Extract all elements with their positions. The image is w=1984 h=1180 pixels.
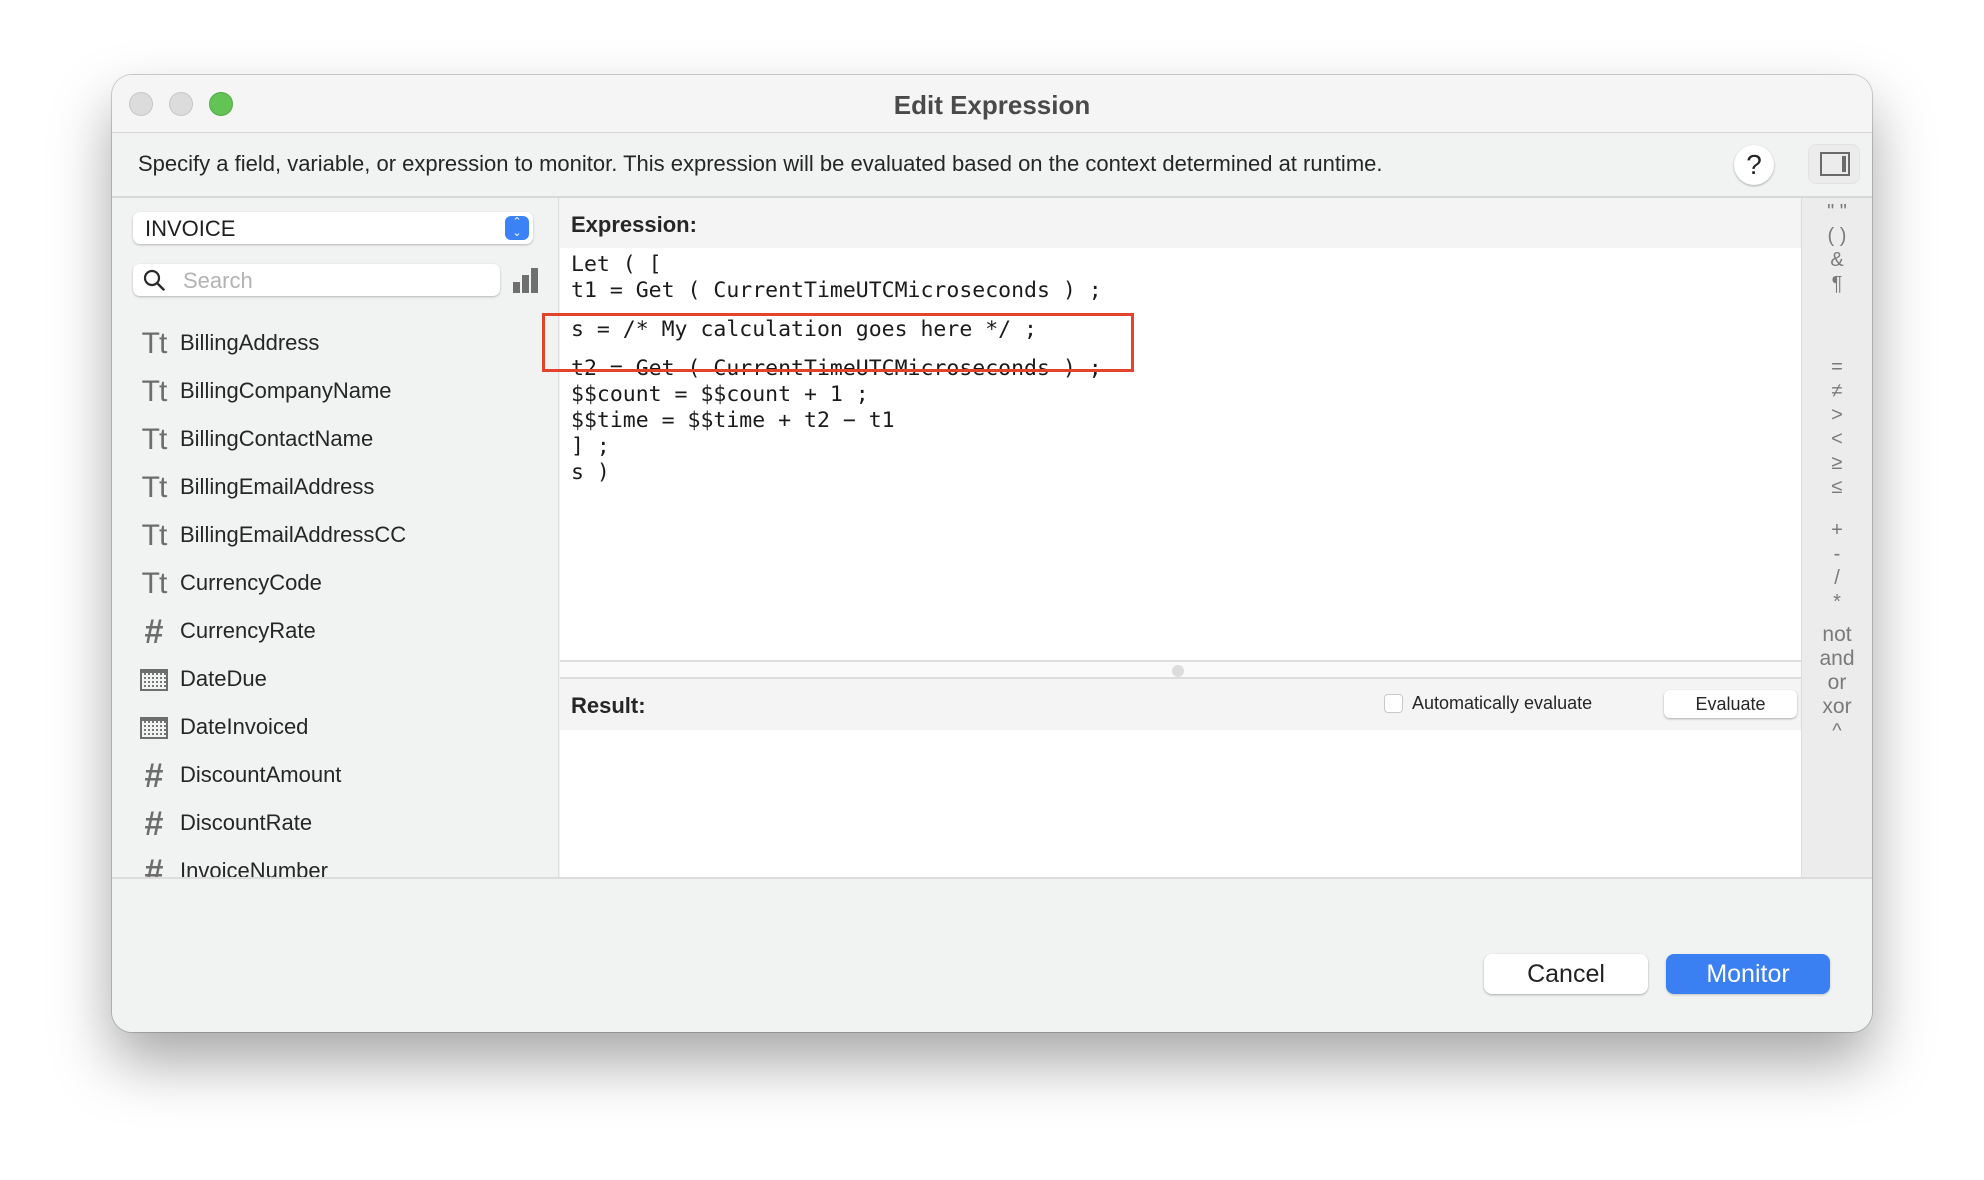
result-label: Result: [571,693,646,718]
field-list-item[interactable]: # DiscountRate [112,806,552,846]
monitor-button[interactable]: Monitor [1666,954,1830,994]
number-field-icon: # [144,805,164,843]
field-list-item[interactable]: Tt BillingEmailAddress [112,470,552,510]
text-field-icon: Tt [141,519,168,552]
text-field-icon: Tt [141,375,168,408]
search-field[interactable] [133,264,500,296]
operator-button[interactable]: * [1802,590,1872,614]
field-list-item[interactable]: DateDue [112,662,552,702]
field-name: InvoiceNumber [180,858,328,877]
operator-button[interactable]: ^ [1802,719,1872,743]
dialog-footer: Cancel Monitor [112,877,1872,1032]
operator-button[interactable]: < [1802,427,1872,451]
operator-button[interactable]: ( ) [1802,224,1872,248]
table-selector[interactable]: INVOICE ⌃ ⌄ [133,212,533,244]
result-header: Result: Automatically evaluate Evaluate [560,679,1801,730]
auto-evaluate-checkbox[interactable] [1384,694,1403,713]
question-mark-icon: ? [1746,149,1762,180]
chevron-up-down-icon: ⌃ ⌄ [505,216,529,240]
cancel-button[interactable]: Cancel [1484,954,1648,994]
field-name: BillingEmailAddress [180,474,375,499]
expression-input[interactable]: Let ( [ t1 = Get ( CurrentTimeUTCMicrose… [542,248,1801,660]
field-name: DiscountRate [180,810,313,835]
number-field-icon: # [144,757,164,795]
operator-button[interactable]: ≥ [1802,451,1872,475]
sidebar-right-icon [1820,152,1850,176]
evaluate-button[interactable]: Evaluate [1664,690,1797,718]
pane-splitter[interactable] [560,660,1801,679]
operator-button[interactable]: ¶ [1802,272,1872,296]
operator-button[interactable]: - [1802,542,1872,566]
operator-button[interactable]: > [1802,403,1872,427]
operator-button[interactable]: and [1802,647,1872,671]
text-field-icon: Tt [141,567,168,600]
field-list-item[interactable]: # CurrencyRate [112,614,552,654]
field-list-item[interactable]: Tt BillingAddress [112,326,552,366]
field-name: BillingCompanyName [180,378,392,403]
expression-editor: Expression: Let ( [ t1 = Get ( CurrentTi… [542,198,1801,877]
expression-header: Expression: [560,198,1801,248]
field-name: DiscountAmount [180,762,342,787]
operator-button[interactable]: or [1802,671,1872,695]
code-before: Let ( [ t1 = Get ( CurrentTimeUTCMicrose… [571,252,1102,303]
number-field-icon: # [144,613,164,651]
field-name: DateInvoiced [180,714,309,739]
text-field-icon: Tt [141,327,168,360]
splitter-handle[interactable] [1172,665,1184,677]
result-output [560,730,1801,877]
field-list-item[interactable]: DateInvoiced [112,710,552,750]
operator-button[interactable]: / [1802,566,1872,590]
number-field-icon: # [144,853,164,877]
search-icon [143,269,165,291]
sort-bars-icon[interactable] [512,267,540,295]
search-input[interactable] [181,266,485,296]
operators-panel: " "( ) & ¶ = ≠ > < ≥ ≤ + - / * not and or xor ^ [1801,198,1872,877]
field-name: DateDue [180,666,267,691]
operator-button[interactable]: & [1802,248,1872,272]
code-after: t2 = Get ( CurrentTimeUTCMicroseconds ) … [571,356,1102,485]
operator-button[interactable]: = [1802,355,1872,379]
field-list-item[interactable]: # InvoiceNumber [112,854,552,877]
edit-expression-dialog: Edit Expression Specify a field, variabl… [112,75,1872,1032]
field-list-item[interactable]: Tt BillingContactName [112,422,552,462]
operator-button[interactable]: " " [1802,200,1872,224]
field-list-item[interactable]: Tt BillingCompanyName [112,374,552,414]
title-bar: Edit Expression [112,75,1872,133]
calendar-icon [138,664,170,696]
window-title: Edit Expression [893,90,1091,120]
calendar-icon [138,712,170,744]
table-selector-value: INVOICE [145,216,236,241]
annotation-highlight-box [542,313,1134,372]
expression-label: Expression: [571,212,697,237]
operator-button[interactable]: + [1802,518,1872,542]
field-list-item[interactable]: # DiscountAmount [112,758,552,798]
field-name: BillingAddress [180,330,320,355]
field-name: CurrencyRate [180,618,316,643]
field-list-item[interactable]: Tt BillingEmailAddressCC [112,518,552,558]
field-name: BillingContactName [180,426,374,451]
field-name: CurrencyCode [180,570,322,595]
operator-button[interactable]: not [1802,623,1872,647]
field-picker-panel: INVOICE ⌃⌄ Tt BillingAddress Tt BillingComp… [112,198,559,877]
operator-button[interactable]: ≤ [1802,475,1872,499]
description-text: Specify a field, variable, or expression… [138,151,1383,176]
field-list-item[interactable]: Tt CurrencyCode [112,566,552,606]
operator-button[interactable]: xor [1802,695,1872,719]
operator-button[interactable]: ≠ [1802,379,1872,403]
help-button[interactable]: ? [1734,145,1774,185]
auto-evaluate-label[interactable]: Automatically evaluate [1412,693,1592,714]
toggle-sidebar-button[interactable] [1808,144,1860,184]
field-name: BillingEmailAddressCC [180,522,407,547]
text-field-icon: Tt [141,471,168,504]
description-bar: Specify a field, variable, or expression… [112,133,1872,198]
text-field-icon: Tt [141,423,168,456]
